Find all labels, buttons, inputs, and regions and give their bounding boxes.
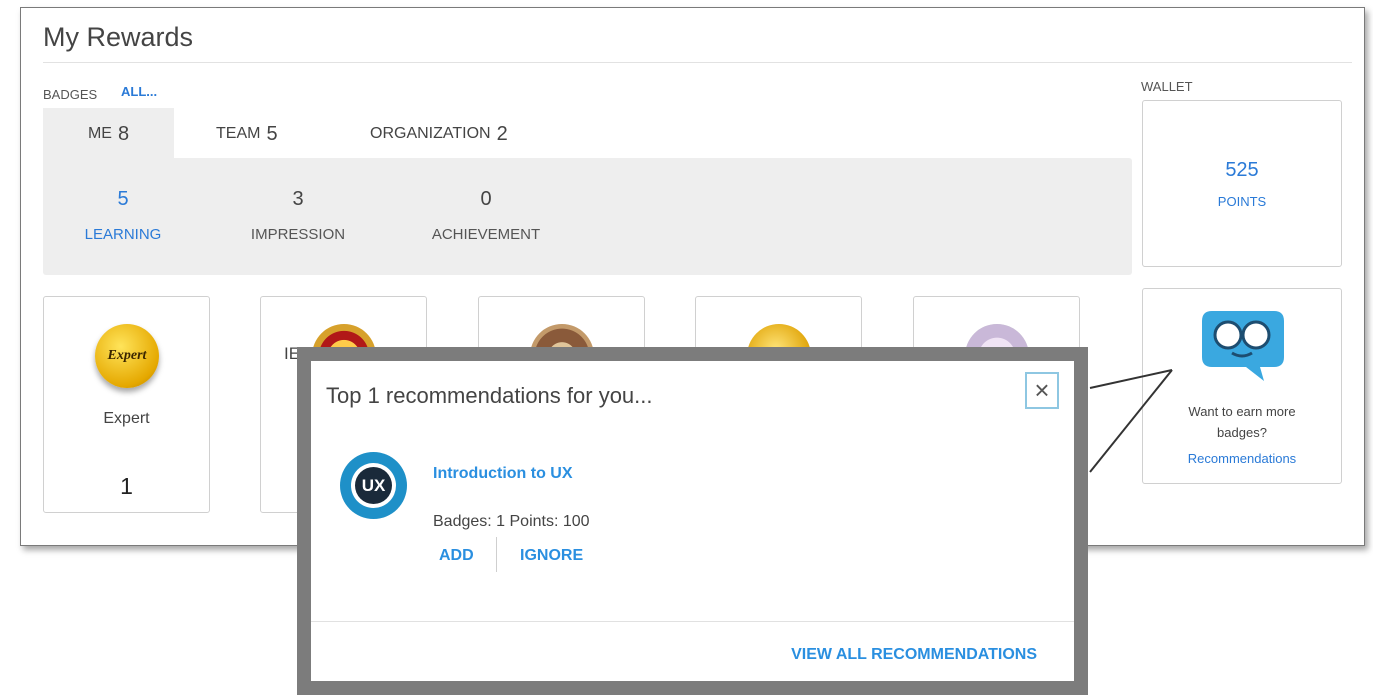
add-button[interactable]: ADD [439, 547, 474, 565]
action-divider [496, 537, 497, 572]
dialog-footer-divider [311, 621, 1074, 622]
close-button[interactable]: × [1025, 372, 1059, 409]
dialog-title: Top 1 recommendations for you... [326, 383, 653, 408]
recommendations-callout: Top 1 recommendations for you... × UX In… [297, 347, 1088, 695]
recommendations-dialog: Top 1 recommendations for you... × UX In… [311, 361, 1074, 681]
ignore-button[interactable]: IGNORE [520, 547, 583, 565]
close-icon: × [1034, 375, 1050, 405]
view-all-recommendations-button[interactable]: VIEW ALL RECOMMENDATIONS [791, 646, 1037, 664]
course-meta: Badges: 1 Points: 100 [433, 513, 590, 530]
course-title-link[interactable]: Introduction to UX [433, 465, 573, 483]
course-logo: UX [340, 452, 407, 519]
ux-logo-icon: UX [355, 467, 392, 504]
